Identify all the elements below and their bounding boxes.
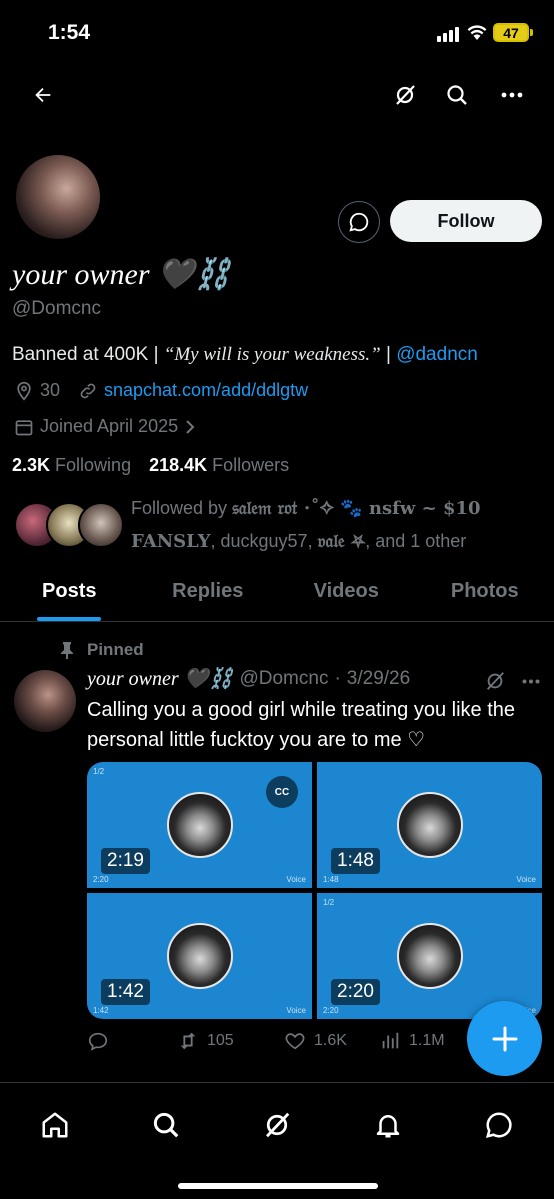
search-icon[interactable] — [151, 1110, 181, 1140]
pin-icon — [61, 642, 73, 659]
follow-counts: 2.3K Following 218.4K Followers — [12, 455, 289, 476]
notifications-icon[interactable] — [373, 1110, 403, 1140]
like-count: 1.6K — [314, 1032, 347, 1049]
media-avatar — [166, 923, 233, 989]
post-author-avatar[interactable] — [14, 670, 76, 732]
home-indicator — [178, 1183, 378, 1189]
bio-quote: “My will is your weakness.” — [163, 344, 381, 365]
repost-count: 105 — [207, 1032, 234, 1049]
profile-display-name: your owner 🖤⛓️ — [12, 258, 232, 291]
joined-text: Joined April 2025 — [40, 416, 179, 436]
grok-icon[interactable] — [482, 668, 508, 694]
post-more-icon[interactable] — [518, 668, 544, 694]
reply-button[interactable] — [87, 1030, 177, 1052]
profile-avatar[interactable] — [14, 153, 102, 241]
battery-icon: 47 — [493, 23, 529, 42]
post-header: your owner 🖤⛓️ @Domcnc · 3/29/26 — [87, 666, 410, 691]
grok-icon[interactable] — [262, 1110, 292, 1140]
wifi-icon — [466, 23, 488, 46]
plus-icon — [492, 1026, 517, 1051]
message-icon — [349, 212, 369, 232]
back-arrow-icon[interactable] — [28, 80, 58, 110]
analytics-icon — [382, 1032, 399, 1049]
bottom-nav-divider — [0, 1082, 554, 1083]
bio-separator: | — [380, 344, 397, 365]
followed-by-text[interactable]: Followed by 𝔰𝔞𝔩𝔢𝔪 𝔯𝔬𝔱 ⋅˚✧ 🐾 nsfw ~ $10 F… — [131, 492, 541, 558]
profile-handle: @Domcnc — [12, 298, 101, 319]
compose-post-button[interactable] — [467, 1001, 542, 1076]
more-icon[interactable] — [497, 80, 527, 110]
heart-icon — [285, 1033, 305, 1050]
reply-icon — [88, 1032, 108, 1051]
like-button[interactable]: 1.6K — [284, 1030, 379, 1052]
media-avatar — [396, 792, 463, 858]
post-media-grid: 1/2 CC 2:19 2:20 Voice 1:48 1:48 Voice 1… — [87, 762, 542, 1019]
post-author-name[interactable]: your owner 🖤⛓️ — [87, 666, 233, 691]
profile-location: 30 — [14, 380, 60, 401]
bio-prefix: Banned at 400K | — [12, 344, 164, 365]
media-duration: 1:48 — [331, 848, 380, 874]
post-actions: 105 1.6K 1.1M — [87, 1030, 447, 1052]
voice-media-tile[interactable]: 1:48 1:48 Voice — [317, 762, 542, 888]
message-button[interactable] — [338, 201, 380, 243]
profile-website[interactable]: snapchat.com/add/ddlgtw — [78, 380, 308, 401]
chevron-right-icon — [186, 419, 195, 434]
tab-photos[interactable]: Photos — [416, 570, 554, 621]
website-link[interactable]: snapchat.com/add/ddlgtw — [104, 380, 308, 401]
followed-by-avatars[interactable] — [14, 502, 124, 548]
media-duration: 2:19 — [101, 848, 150, 874]
link-icon — [80, 383, 96, 398]
following-link[interactable]: 2.3K Following — [12, 455, 131, 476]
messages-icon[interactable] — [484, 1110, 514, 1140]
bottom-nav — [0, 1090, 554, 1160]
captions-icon[interactable]: CC — [266, 776, 298, 808]
media-avatar — [166, 792, 233, 858]
bio-mention-link[interactable]: @dadncn — [396, 344, 478, 365]
location-text: 30 — [40, 380, 61, 400]
search-icon[interactable] — [442, 80, 472, 110]
profile-bio: Banned at 400K | “My will is your weakne… — [12, 344, 547, 366]
tab-videos[interactable]: Videos — [277, 570, 416, 621]
cellular-signal-icon — [437, 26, 459, 42]
tab-posts[interactable]: Posts — [0, 570, 139, 621]
followers-link[interactable]: 218.4K Followers — [149, 455, 289, 476]
voice-media-tile[interactable]: 1:42 1:42 Voice — [87, 893, 312, 1019]
post-text: Calling you a good girl while treating y… — [87, 699, 516, 751]
profile-joined[interactable]: Joined April 2025 — [14, 416, 196, 437]
post-author-handle: @Domcnc — [239, 667, 329, 689]
view-count: 1.1M — [409, 1032, 445, 1049]
voice-media-tile[interactable]: 1/2 CC 2:19 2:20 Voice — [87, 762, 312, 888]
media-duration: 2:20 — [331, 979, 380, 1005]
calendar-icon — [15, 419, 33, 435]
post-dot: · — [334, 667, 341, 689]
follower-avatar — [78, 502, 124, 548]
profile-tabs: Posts Replies Videos Photos — [0, 570, 554, 622]
media-avatar — [396, 923, 463, 989]
home-icon[interactable] — [40, 1110, 70, 1140]
media-duration: 1:42 — [101, 979, 150, 1005]
grok-icon[interactable] — [390, 80, 420, 110]
pinned-indicator: Pinned — [59, 640, 144, 660]
status-time: 1:54 — [48, 21, 91, 44]
tab-replies[interactable]: Replies — [139, 570, 278, 621]
views-button[interactable]: 1.1M — [379, 1030, 445, 1052]
battery-tip — [530, 29, 533, 36]
follow-button[interactable]: Follow — [390, 200, 542, 242]
post-date[interactable]: 3/29/26 — [347, 668, 410, 690]
repost-icon — [180, 1032, 196, 1050]
voice-media-tile[interactable]: 1/2 2:20 2:20 Voice — [317, 893, 542, 1019]
location-icon — [17, 381, 31, 401]
repost-button[interactable]: 105 — [177, 1030, 284, 1052]
